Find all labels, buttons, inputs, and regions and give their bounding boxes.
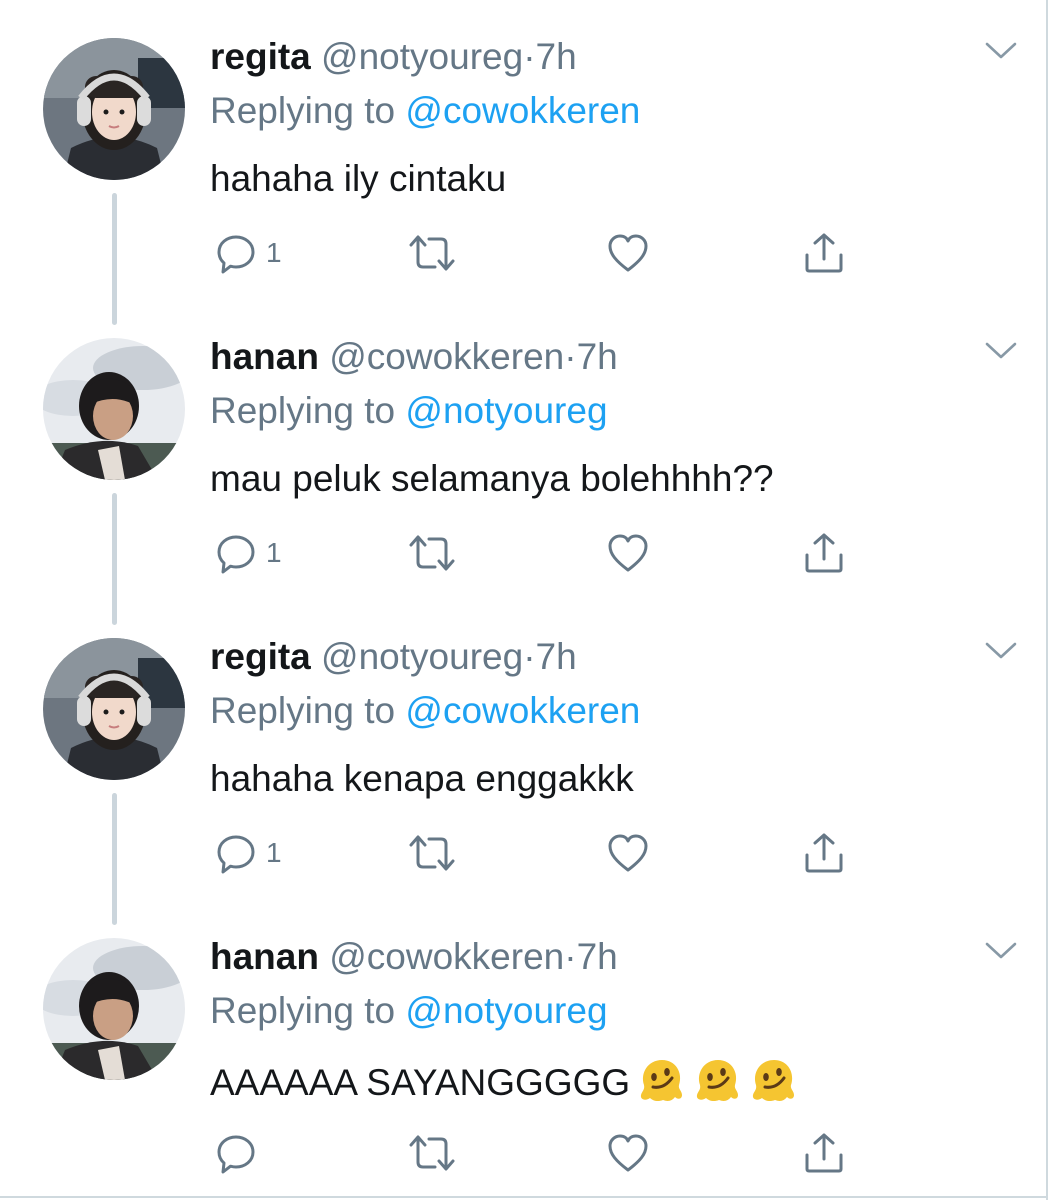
share-button[interactable] [802, 828, 846, 878]
reply-count: 1 [266, 237, 282, 268]
replying-to: Replying to @cowokkeren [210, 688, 640, 734]
tweet-header: regita @notyoureg·7h [210, 34, 577, 80]
retweet-icon [409, 235, 455, 271]
melting-face-emoji-icon [753, 1060, 795, 1102]
separator-dot: · [564, 336, 577, 377]
reply-button[interactable]: 1 [214, 828, 282, 878]
reply-icon [217, 535, 255, 574]
replying-to-label: Replying to [210, 90, 406, 131]
retweet-button[interactable] [408, 1128, 456, 1178]
timestamp[interactable]: 7h [536, 636, 577, 677]
reply-button[interactable]: 1 [214, 528, 282, 578]
like-button[interactable] [606, 1128, 650, 1178]
share-button[interactable] [802, 528, 846, 578]
username[interactable]: @notyoureg [321, 36, 523, 77]
tweet-text: hahaha kenapa enggakkk [210, 758, 634, 799]
mention-link[interactable]: @cowokkeren [405, 690, 640, 731]
share-icon [805, 533, 843, 573]
tweet-header: regita @notyoureg·7h [210, 634, 577, 680]
separator-dot: · [523, 636, 536, 677]
chevron-down-icon[interactable] [984, 640, 1018, 662]
timestamp[interactable]: 7h [536, 36, 577, 77]
panel-border [0, 1196, 1048, 1198]
tweet-header: hanan @cowokkeren·7h [210, 934, 618, 980]
mention-link[interactable]: @cowokkeren [405, 90, 640, 131]
heart-icon [608, 834, 648, 872]
chevron-down-icon[interactable] [984, 340, 1018, 362]
reply-button[interactable]: 1 [214, 228, 282, 278]
melting-face-emoji-icon [697, 1060, 739, 1102]
tweet[interactable]: regita @notyoureg·7h Replying to @cowokk… [0, 0, 1046, 325]
reply-count: 1 [266, 537, 282, 568]
heart-icon [608, 534, 648, 572]
share-icon [805, 1133, 843, 1173]
mention-link[interactable]: @notyoureg [405, 390, 607, 431]
share-icon [805, 233, 843, 273]
timeline: regita @notyoureg·7h Replying to @cowokk… [0, 0, 1046, 1196]
retweet-icon [409, 535, 455, 571]
heart-icon [608, 234, 648, 272]
like-button[interactable] [606, 528, 650, 578]
like-button[interactable] [606, 228, 650, 278]
avatar[interactable] [43, 338, 185, 480]
tweet[interactable]: hanan @cowokkeren·7h Replying to @notyou… [0, 300, 1046, 625]
mention-link[interactable]: @notyoureg [405, 990, 607, 1031]
reply-button[interactable] [214, 1128, 266, 1178]
tweet-actions: 1 [214, 828, 854, 878]
reply-icon [217, 1135, 255, 1174]
separator-dot: · [564, 936, 577, 977]
panel-border [1046, 0, 1048, 1200]
tweet-text: mau peluk selamanya bolehhhh?? [210, 458, 774, 499]
share-icon [805, 833, 843, 873]
avatar[interactable] [43, 38, 185, 180]
reply-count: 1 [266, 837, 282, 868]
tweet[interactable]: regita @notyoureg·7h Replying to @cowokk… [0, 600, 1046, 925]
display-name[interactable]: regita [210, 36, 311, 77]
tweet-text: hahaha ily cintaku [210, 158, 507, 199]
replying-to-label: Replying to [210, 390, 406, 431]
replying-to-label: Replying to [210, 690, 406, 731]
retweet-button[interactable] [408, 528, 456, 578]
timestamp[interactable]: 7h [577, 336, 618, 377]
username[interactable]: @cowokkeren [329, 936, 564, 977]
username[interactable]: @cowokkeren [329, 336, 564, 377]
share-button[interactable] [802, 228, 846, 278]
retweet-icon [409, 1135, 455, 1171]
tweet-actions: 1 [214, 528, 854, 578]
tweet-body: AAAAAA SAYANGGGGG [210, 1055, 798, 1107]
reply-icon [217, 235, 255, 274]
separator-dot: · [523, 36, 536, 77]
retweet-icon [409, 835, 455, 871]
tweet[interactable]: hanan @cowokkeren·7h Replying to @notyou… [0, 900, 1046, 1200]
like-button[interactable] [606, 828, 650, 878]
reply-icon [217, 835, 255, 874]
avatar[interactable] [43, 638, 185, 780]
replying-to: Replying to @notyoureg [210, 388, 608, 434]
replying-to-label: Replying to [210, 990, 406, 1031]
avatar[interactable] [43, 938, 185, 1080]
retweet-button[interactable] [408, 828, 456, 878]
display-name[interactable]: hanan [210, 936, 319, 977]
timestamp[interactable]: 7h [577, 936, 618, 977]
username[interactable]: @notyoureg [321, 636, 523, 677]
melting-face-emoji-icon [641, 1060, 683, 1102]
replying-to: Replying to @notyoureg [210, 988, 608, 1034]
retweet-button[interactable] [408, 228, 456, 278]
tweet-header: hanan @cowokkeren·7h [210, 334, 618, 380]
tweet-actions: 1 [214, 228, 854, 278]
heart-icon [608, 1134, 648, 1172]
tweet-actions [214, 1128, 854, 1178]
tweet-text: AAAAAA SAYANGGGGG [210, 1062, 631, 1103]
share-button[interactable] [802, 1128, 846, 1178]
display-name[interactable]: regita [210, 636, 311, 677]
chevron-down-icon[interactable] [984, 40, 1018, 62]
chevron-down-icon[interactable] [984, 940, 1018, 962]
replying-to: Replying to @cowokkeren [210, 88, 640, 134]
display-name[interactable]: hanan [210, 336, 319, 377]
